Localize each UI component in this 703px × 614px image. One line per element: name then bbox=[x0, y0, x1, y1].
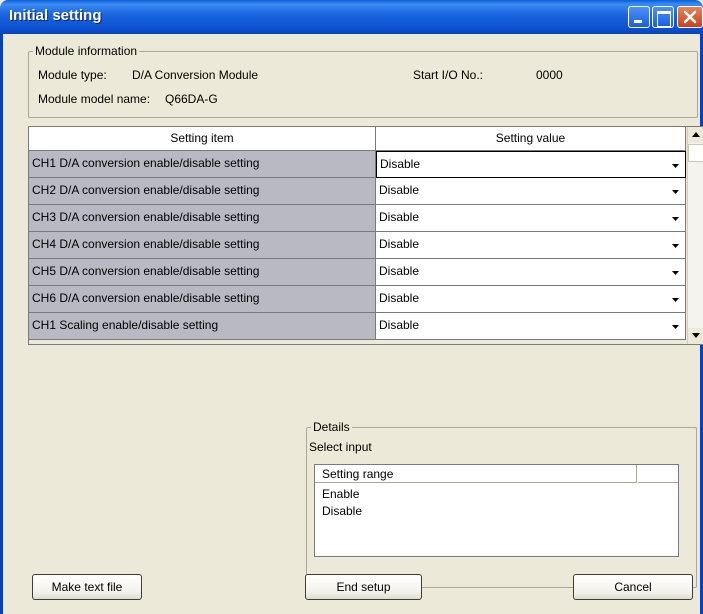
module-information-legend: Module information bbox=[35, 44, 138, 58]
end-setup-button[interactable]: End setup bbox=[305, 574, 422, 600]
table-row[interactable]: CH6 D/A conversion enable/disable settin… bbox=[29, 286, 686, 313]
select-input-label: Select input bbox=[309, 440, 372, 454]
setting-value-dropdown[interactable]: Disable bbox=[376, 232, 686, 259]
chevron-down-icon[interactable] bbox=[668, 181, 683, 201]
chevron-down-icon[interactable] bbox=[668, 289, 683, 309]
list-item[interactable]: Disable bbox=[322, 504, 362, 518]
header-setting-item: Setting item bbox=[29, 127, 376, 151]
module-model-value: Q66DA-G bbox=[165, 92, 218, 106]
list-item[interactable]: Enable bbox=[322, 487, 359, 501]
module-type-label: Module type: bbox=[38, 68, 107, 82]
scroll-down-icon[interactable] bbox=[688, 328, 703, 344]
vertical-scrollbar[interactable] bbox=[687, 127, 703, 344]
window-title: Initial setting bbox=[9, 7, 102, 24]
header-setting-value: Setting value bbox=[376, 127, 686, 151]
setting-range-list[interactable]: Setting range Enable Disable bbox=[314, 464, 679, 557]
maximize-icon[interactable] bbox=[652, 6, 674, 28]
setting-value-dropdown[interactable]: Disable bbox=[376, 259, 686, 286]
setting-value-dropdown[interactable]: Disable bbox=[376, 313, 686, 340]
start-io-label: Start I/O No.: bbox=[413, 68, 484, 82]
scrollbar-thumb[interactable] bbox=[688, 144, 703, 162]
setting-item-cell: CH6 D/A conversion enable/disable settin… bbox=[29, 286, 376, 313]
setting-item-cell: CH5 D/A conversion enable/disable settin… bbox=[29, 259, 376, 286]
setting-value-text: Disable bbox=[379, 291, 420, 305]
table-row[interactable]: CH1 Scaling enable/disable setting Disab… bbox=[29, 313, 686, 340]
settings-grid: Setting item Setting value CH1 D/A conve… bbox=[28, 126, 703, 345]
chevron-down-icon[interactable] bbox=[668, 208, 683, 228]
table-row[interactable]: CH2 D/A conversion enable/disable settin… bbox=[29, 178, 686, 205]
chevron-down-icon[interactable] bbox=[668, 235, 683, 255]
setting-item-cell: CH4 D/A conversion enable/disable settin… bbox=[29, 232, 376, 259]
table-row[interactable]: CH3 D/A conversion enable/disable settin… bbox=[29, 205, 686, 232]
details-legend: Details bbox=[313, 420, 350, 434]
chevron-down-icon[interactable] bbox=[668, 316, 683, 336]
list-header-extra bbox=[638, 465, 678, 483]
chevron-down-icon[interactable] bbox=[668, 155, 683, 175]
setting-value-text: Disable bbox=[379, 210, 420, 224]
setting-value-dropdown[interactable]: Disable bbox=[376, 286, 686, 313]
title-bar[interactable]: Initial setting bbox=[0, 0, 703, 34]
setting-value-dropdown[interactable]: Disable bbox=[376, 151, 686, 178]
module-information-group: Module information bbox=[28, 44, 698, 118]
make-text-file-button[interactable]: Make text file bbox=[32, 574, 142, 600]
chevron-down-icon[interactable] bbox=[668, 262, 683, 282]
list-header: Setting range bbox=[315, 465, 678, 483]
setting-value-text: Disable bbox=[379, 183, 420, 197]
module-model-label: Module model name: bbox=[38, 92, 151, 106]
table-row[interactable]: CH4 D/A conversion enable/disable settin… bbox=[29, 232, 686, 259]
setting-value-dropdown[interactable]: Disable bbox=[376, 205, 686, 232]
setting-value-text: Disable bbox=[379, 264, 420, 278]
minimize-icon[interactable] bbox=[628, 6, 650, 28]
setting-value-text: Disable bbox=[380, 157, 421, 171]
table-row[interactable]: CH5 D/A conversion enable/disable settin… bbox=[29, 259, 686, 286]
start-io-value: 0000 bbox=[536, 68, 563, 82]
cancel-button[interactable]: Cancel bbox=[573, 574, 693, 600]
close-icon[interactable] bbox=[677, 6, 703, 28]
setting-value-text: Disable bbox=[379, 237, 420, 251]
setting-item-cell: CH2 D/A conversion enable/disable settin… bbox=[29, 178, 376, 205]
scroll-up-icon[interactable] bbox=[688, 127, 703, 143]
setting-value-dropdown[interactable]: Disable bbox=[376, 178, 686, 205]
module-type-value: D/A Conversion Module bbox=[132, 68, 259, 82]
grid-header: Setting item Setting value bbox=[29, 127, 686, 151]
setting-item-cell: CH1 D/A conversion enable/disable settin… bbox=[29, 151, 376, 178]
setting-item-cell: CH3 D/A conversion enable/disable settin… bbox=[29, 205, 376, 232]
table-row[interactable]: CH1 D/A conversion enable/disable settin… bbox=[29, 151, 686, 178]
setting-item-cell: CH1 Scaling enable/disable setting bbox=[29, 313, 376, 340]
list-header-setting-range: Setting range bbox=[315, 465, 637, 483]
setting-value-text: Disable bbox=[379, 318, 420, 332]
